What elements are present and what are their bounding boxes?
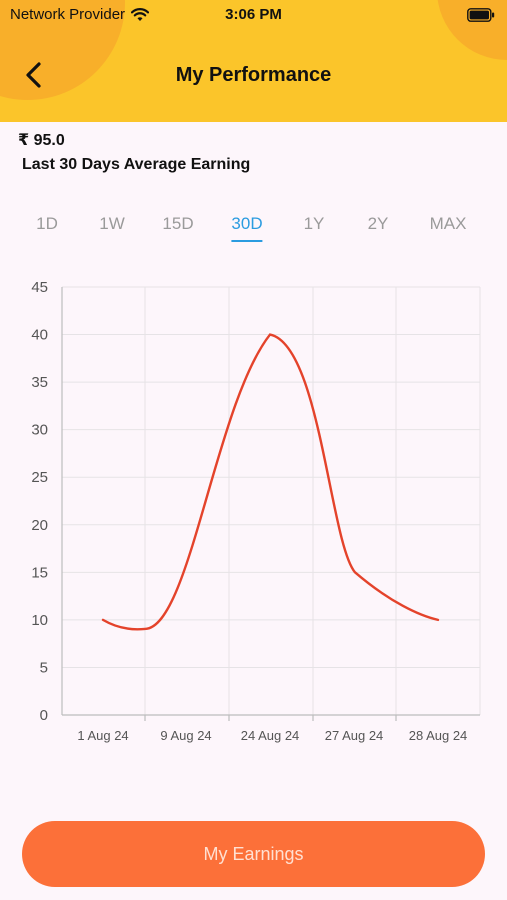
x-tick-label: 27 Aug 24 — [325, 728, 384, 743]
y-tick-label: 10 — [31, 612, 48, 629]
tab-1d[interactable]: 1D — [36, 214, 58, 240]
my-earnings-button[interactable]: My Earnings — [22, 821, 485, 887]
y-tick-label: 20 — [31, 517, 48, 534]
tab-15d[interactable]: 15D — [162, 214, 193, 240]
average-earning-amount: ₹ 95.0 — [18, 132, 65, 149]
average-earning-label: Last 30 Days Average Earning — [22, 156, 251, 173]
tab-1y[interactable]: 1Y — [304, 214, 325, 240]
y-tick-label: 0 — [40, 707, 48, 724]
y-tick-label: 35 — [31, 374, 48, 391]
tab-1w[interactable]: 1W — [99, 214, 125, 240]
y-tick-label: 5 — [40, 659, 48, 676]
earnings-series-line — [101, 333, 440, 631]
x-tick-label: 1 Aug 24 — [77, 728, 128, 743]
y-tick-label: 30 — [31, 422, 48, 439]
y-tick-label: 40 — [31, 327, 48, 344]
y-tick-label: 15 — [31, 564, 48, 581]
app-header: Network Provider 3:06 PM My Performance — [0, 0, 507, 122]
battery-icon — [467, 8, 495, 22]
tab-30d[interactable]: 30D — [231, 214, 263, 242]
x-tick-label: 9 Aug 24 — [160, 728, 211, 743]
period-tabs: 1D 1W 15D 30D 1Y 2Y MAX — [0, 214, 507, 254]
page-title: My Performance — [175, 64, 332, 86]
earnings-line-chart: 0 5 10 15 20 25 30 35 40 45 1 Aug 24 9 Aug 24 24 Aug… — [31, 279, 481, 743]
y-tick-label: 25 — [31, 469, 48, 486]
y-tick-label: 45 — [31, 279, 48, 296]
x-tick-label: 28 Aug 24 — [409, 728, 468, 743]
tab-max[interactable]: MAX — [430, 214, 467, 240]
x-tick-label: 24 Aug 24 — [241, 728, 300, 743]
status-bar: Network Provider 3:06 PM — [0, 0, 507, 30]
clock: 3:06 PM — [225, 6, 282, 23]
tab-2y[interactable]: 2Y — [368, 214, 389, 240]
